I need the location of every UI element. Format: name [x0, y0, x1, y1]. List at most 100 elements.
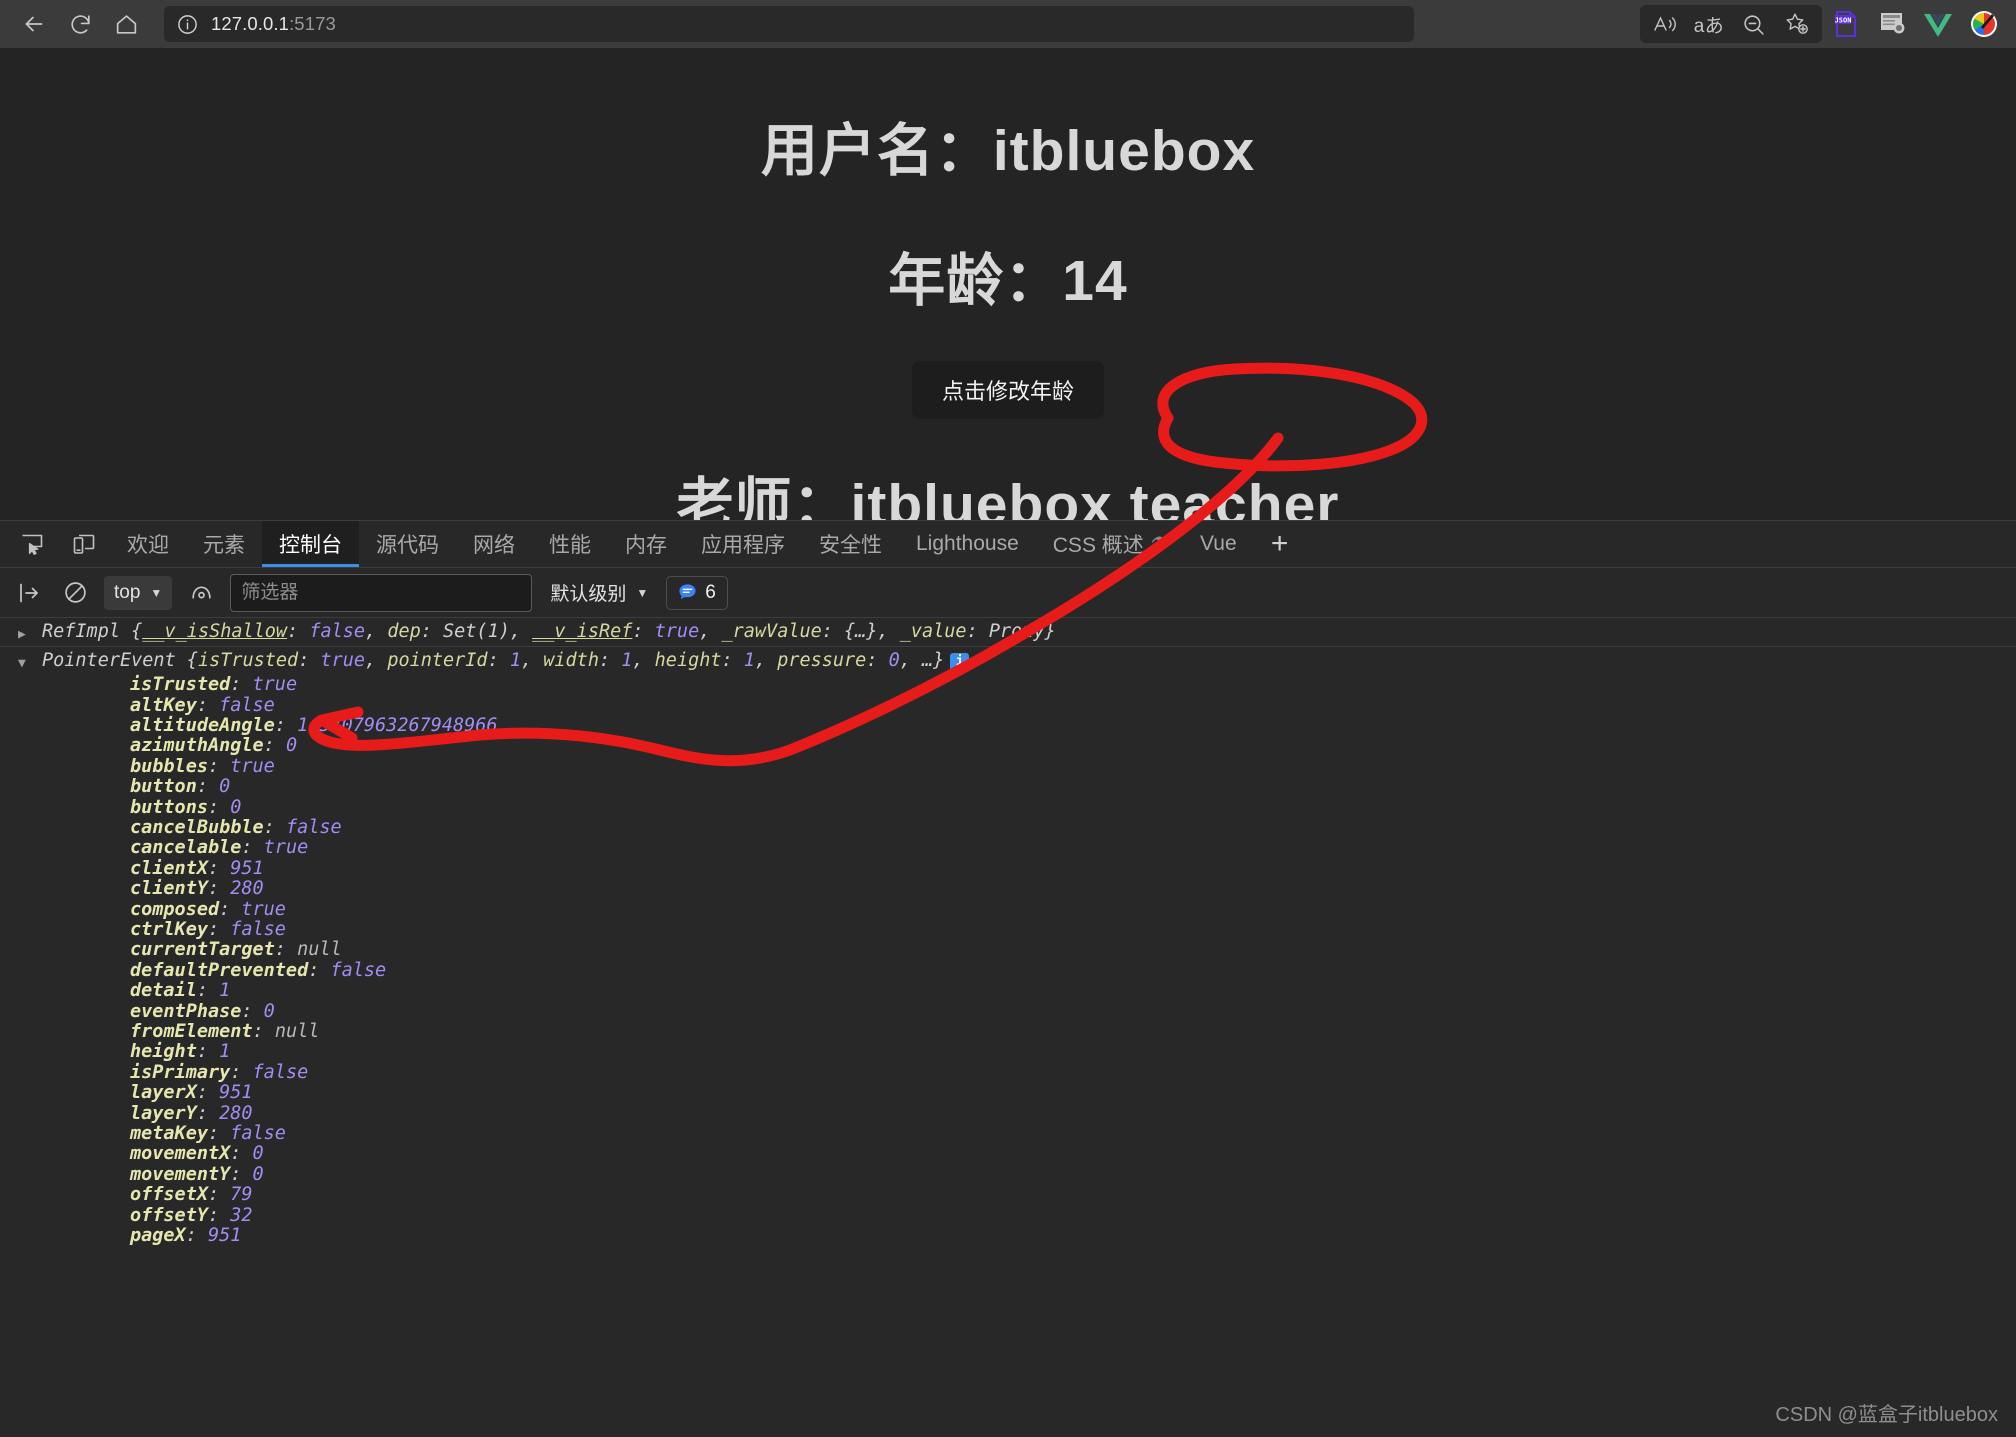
device-toolbar-icon[interactable]: [58, 521, 110, 567]
property-row[interactable]: clientX: 951: [42, 857, 498, 879]
log-row-refimpl[interactable]: ▶ RefImpl {__v_isShallow: false, dep: Se…: [0, 618, 2016, 648]
clear-console-icon[interactable]: [12, 576, 46, 610]
chevron-right-icon[interactable]: ▶: [18, 622, 26, 648]
property-value: null: [297, 939, 342, 961]
property-row[interactable]: isTrusted: true: [42, 674, 498, 696]
no-entry-icon[interactable]: [58, 576, 92, 610]
property-row[interactable]: composed: true: [42, 899, 498, 920]
devtools-tab-CSS 概述[interactable]: CSS 概述 ⚗: [1036, 521, 1183, 567]
property-row[interactable]: pageX: 951: [42, 1225, 498, 1246]
extension-icon[interactable]: [1870, 5, 1914, 43]
property-value: 1.5707963267948966: [297, 714, 498, 736]
preview-key: __v_isShallow: [142, 621, 288, 642]
property-row[interactable]: movementY: 0: [42, 1164, 498, 1185]
devtools-tab-网络[interactable]: 网络: [456, 521, 532, 567]
property-row[interactable]: layerX: 951: [42, 1083, 498, 1103]
property-key: detail: [130, 980, 197, 1002]
message-count-badge[interactable]: 6: [666, 575, 728, 610]
property-row[interactable]: azimuthAngle: 0: [42, 736, 498, 756]
add-panel-button[interactable]: +: [1254, 521, 1306, 567]
home-button[interactable]: [106, 7, 146, 41]
colon: :: [196, 1102, 220, 1124]
translate-icon[interactable]: aあ: [1688, 7, 1730, 41]
execution-context-value: top: [114, 581, 141, 603]
property-row[interactable]: offsetX: 79: [42, 1185, 498, 1205]
devtools-tab-应用程序[interactable]: 应用程序: [684, 521, 802, 567]
reload-button[interactable]: [60, 7, 100, 41]
address-bar[interactable]: 127.0.0.1:5173: [164, 6, 1414, 42]
devtools-tab-控制台[interactable]: 控制台: [262, 521, 359, 567]
property-row[interactable]: cancelBubble: false: [42, 817, 498, 838]
colon: :: [241, 837, 264, 859]
devtools-tab-欢迎[interactable]: 欢迎: [110, 521, 186, 567]
browser-toolbar-actions: aあ JSON: [1640, 5, 2006, 43]
property-value: 280: [219, 1102, 253, 1124]
devtools-tab-源代码[interactable]: 源代码: [359, 521, 456, 567]
colon: :: [207, 796, 231, 818]
devtools-tab-内存[interactable]: 内存: [608, 521, 684, 567]
property-row[interactable]: fromElement: null: [42, 1021, 498, 1043]
property-row[interactable]: eventPhase: 0: [42, 1001, 498, 1022]
log-level-select[interactable]: 默认级别 ▼: [544, 576, 654, 610]
property-value: 0: [230, 796, 242, 818]
console-log-area[interactable]: ▶ RefImpl {__v_isShallow: false, dep: Se…: [0, 618, 2016, 1437]
devtools-tab-Lighthouse[interactable]: Lighthouse: [899, 521, 1036, 567]
open-brace: {: [131, 621, 143, 642]
change-age-button[interactable]: 点击修改年龄: [911, 361, 1104, 419]
json-viewer-extension-icon[interactable]: JSON: [1824, 5, 1868, 43]
property-row[interactable]: bubbles: true: [42, 756, 498, 777]
property-row[interactable]: altitudeAngle: 1.5707963267948966: [42, 714, 498, 736]
property-key: offsetY: [130, 1204, 208, 1226]
log-row-pointerevent[interactable]: ▼ PointerEvent {isTrusted: true, pointer…: [0, 647, 2016, 1250]
property-key: offsetX: [130, 1184, 208, 1206]
property-row[interactable]: ctrlKey: false: [42, 919, 498, 940]
read-aloud-icon[interactable]: [1644, 7, 1686, 41]
execution-context-select[interactable]: top ▼: [104, 575, 173, 610]
devtools-tab-性能[interactable]: 性能: [532, 521, 608, 567]
property-row[interactable]: cancelable: true: [42, 838, 498, 858]
colon: :: [263, 735, 286, 757]
devtools-tab-label: 应用程序: [701, 534, 785, 557]
property-row[interactable]: clientY: 280: [42, 878, 498, 899]
devtools-tab-label: 内存: [625, 534, 667, 557]
live-expression-icon[interactable]: [184, 576, 218, 610]
property-row[interactable]: defaultPrevented: false: [42, 960, 498, 981]
colon: :: [230, 674, 253, 696]
property-key: layerX: [130, 1082, 197, 1104]
chevron-down-icon[interactable]: ▼: [18, 651, 26, 677]
property-row[interactable]: detail: 1: [42, 981, 498, 1001]
back-button[interactable]: [14, 7, 54, 41]
property-row[interactable]: currentTarget: null: [42, 940, 498, 960]
vue-devtools-extension-icon[interactable]: [1916, 5, 1960, 43]
property-value: null: [274, 1021, 320, 1043]
site-info-icon[interactable]: [176, 13, 199, 36]
property-row[interactable]: movementX: 0: [42, 1144, 498, 1164]
console-filter-input[interactable]: [230, 573, 533, 612]
zoom-out-icon[interactable]: [1732, 7, 1774, 41]
property-row[interactable]: layerY: 280: [42, 1102, 498, 1124]
devtools-tab-元素[interactable]: 元素: [186, 521, 262, 567]
property-row[interactable]: metaKey: false: [42, 1123, 498, 1144]
property-row[interactable]: buttons: 0: [42, 796, 498, 818]
property-value: true: [263, 837, 309, 859]
preview-value: Proxy: [988, 621, 1045, 642]
property-value: false: [219, 694, 275, 716]
inspect-element-icon[interactable]: [6, 521, 58, 567]
devtools-tab-label: CSS 概述: [1052, 534, 1144, 557]
svg-text:JSON: JSON: [1835, 16, 1852, 24]
devtools-tab-Vue[interactable]: Vue: [1183, 521, 1254, 567]
info-badge[interactable]: i: [950, 653, 970, 673]
preview-value: 1: [743, 650, 755, 672]
devtools-tab-安全性[interactable]: 安全性: [802, 521, 899, 567]
favorite-add-icon[interactable]: [1776, 7, 1818, 41]
property-row[interactable]: button: 0: [42, 776, 498, 797]
property-row[interactable]: height: 1: [42, 1042, 498, 1062]
devtools-tab-label: 控制台: [279, 534, 342, 557]
property-row[interactable]: isPrimary: false: [42, 1062, 498, 1083]
devtools-tab-label: 源代码: [376, 534, 439, 557]
property-row[interactable]: offsetY: 32: [42, 1204, 498, 1226]
color-picker-extension-icon[interactable]: [1962, 5, 2006, 43]
devtools-tab-label: 性能: [549, 534, 591, 557]
property-value: 951: [230, 857, 264, 879]
property-row[interactable]: altKey: false: [42, 694, 498, 716]
